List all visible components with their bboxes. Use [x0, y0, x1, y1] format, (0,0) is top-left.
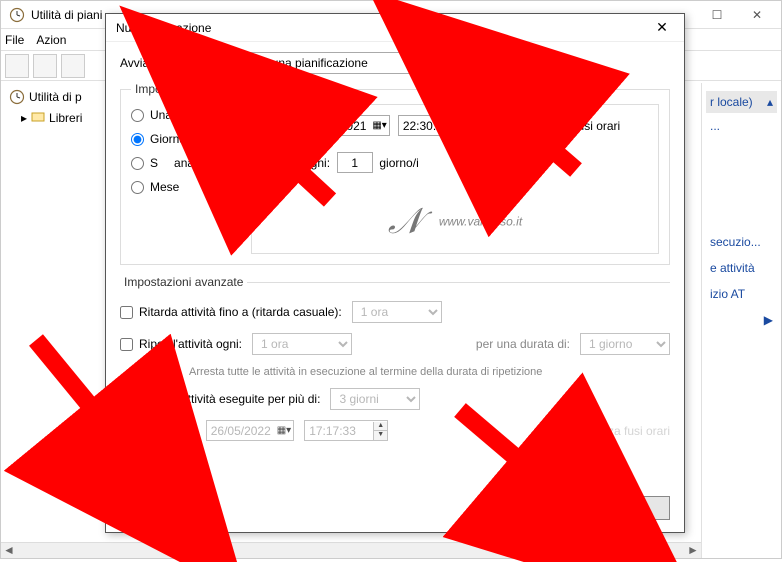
- repeat-select: 1 ora: [252, 333, 352, 355]
- toolbar-fwd[interactable]: [33, 54, 57, 78]
- stop-after-checkbox[interactable]: Arresta attività eseguite per più di:: [120, 392, 320, 406]
- toolbar-back[interactable]: [5, 54, 29, 78]
- scroll-right-icon[interactable]: ►: [685, 543, 701, 558]
- settings-fieldset: Impostazioni Una volta Giornaliera Setti…: [120, 82, 670, 265]
- delay-select: 1 ora: [352, 301, 442, 323]
- expire-time-picker: ▲▼: [304, 420, 388, 441]
- scroll-left-icon[interactable]: ◄: [1, 543, 17, 558]
- radio-weekly[interactable]: Settiana: [131, 156, 241, 170]
- schedule-radio-group: Una volta Giornaliera Settiana Mese: [131, 104, 241, 254]
- start-time-input[interactable]: [399, 116, 467, 135]
- calendar-icon: ▦▾: [275, 425, 293, 436]
- start-label: Inizio:: [262, 119, 293, 133]
- right-header: r locale) ▴: [706, 91, 777, 113]
- dialog-close-button[interactable]: ✕: [646, 17, 678, 39]
- expire-date-input: [207, 421, 275, 440]
- stop-all-checkbox: [160, 365, 179, 378]
- monogram-icon: 𝒩: [388, 200, 423, 243]
- watermark: 𝒩 www.valoroso.it: [252, 200, 658, 243]
- start-task-select[interactable]: In base a una pianificazione: [210, 52, 480, 74]
- calendar-icon[interactable]: ▦▾: [370, 120, 388, 131]
- delay-checkbox[interactable]: Ritarda attività fino a (ritarda casuale…: [120, 305, 342, 319]
- new-trigger-dialog: Nuova attivazione ✕ Avvia l'attività: In…: [105, 13, 685, 533]
- clock-icon: [9, 89, 25, 105]
- expire-date-picker: ▦▾: [206, 420, 294, 441]
- radio-monthly[interactable]: Mese: [131, 180, 241, 194]
- start-time-picker[interactable]: ▲▼: [398, 115, 482, 136]
- sync-tz-checkbox[interactable]: Sincronizza fusi orari: [490, 119, 620, 133]
- folder-icon: [31, 109, 45, 126]
- menu-file[interactable]: File: [5, 33, 24, 47]
- dialog-titlebar: Nuova attivazione ✕: [106, 14, 684, 42]
- sync-tz2-checkbox: Sincronizza fusi orari: [540, 424, 670, 438]
- menu-action[interactable]: Azion: [36, 33, 66, 47]
- start-task-label: Avvia l'attività:: [120, 56, 210, 70]
- toolbar-up[interactable]: [61, 54, 85, 78]
- start-date-picker[interactable]: ▦▾: [301, 115, 389, 136]
- stop-all-label: Arresta tutte le attività in esecuzione …: [189, 366, 542, 378]
- right-dots[interactable]: ...: [706, 113, 777, 139]
- time-spinner[interactable]: ▲▼: [467, 117, 481, 135]
- radio-daily[interactable]: Giornaliera: [131, 132, 241, 146]
- tree-lib-label: Libreri: [49, 111, 82, 125]
- close-button[interactable]: ✕: [737, 3, 777, 27]
- recur-unit: giorno/i: [379, 156, 418, 170]
- time-spinner: ▲▼: [373, 422, 387, 440]
- schedule-detail-panel: Inizio: ▦▾ ▲▼ Sincronizza fusi orari Ric…: [251, 104, 659, 254]
- right-item-1[interactable]: secuzio...: [706, 229, 777, 255]
- clock-icon: [9, 7, 25, 23]
- stop-after-select: 3 giorni: [330, 388, 420, 410]
- radio-once[interactable]: Una volta: [131, 108, 241, 122]
- advanced-legend: Impostazioni avanzate: [120, 275, 247, 289]
- cancel-button[interactable]: Annulla: [590, 496, 670, 520]
- advanced-fieldset: Impostazioni avanzate Ritarda attività f…: [120, 275, 670, 479]
- enabled-checkbox[interactable]: Attivato: [120, 455, 179, 469]
- duration-select: 1 giorno: [580, 333, 670, 355]
- bg-title: Utilità di piani: [31, 8, 102, 22]
- settings-legend: Impostazioni: [131, 82, 206, 96]
- right-item-2[interactable]: e attività: [706, 255, 777, 281]
- repeat-checkbox[interactable]: Ripeti l'attività ogni:: [120, 337, 242, 351]
- duration-label: per una durata di:: [476, 337, 570, 351]
- actions-pane: r locale) ▴ ... secuzio... e attività iz…: [701, 83, 781, 558]
- h-scrollbar[interactable]: ◄ ►: [1, 542, 701, 558]
- recur-label: Ricorre ogni:: [262, 156, 330, 170]
- chevron-right-icon: ▸: [21, 111, 27, 125]
- right-expand[interactable]: ▶: [706, 307, 777, 333]
- ok-button[interactable]: OK: [502, 496, 582, 520]
- right-item-3[interactable]: izio AT: [706, 281, 777, 307]
- expire-time-input: [305, 421, 373, 440]
- recur-value-input[interactable]: [337, 152, 373, 173]
- expire-checkbox[interactable]: Scadenza:: [120, 424, 196, 438]
- dialog-title: Nuova attivazione: [116, 21, 211, 35]
- maximize-button[interactable]: ☐: [697, 3, 737, 27]
- dialog-buttons: OK Annulla: [502, 496, 670, 520]
- tree-root-label: Utilità di p: [29, 90, 82, 104]
- start-date-input[interactable]: [302, 116, 370, 135]
